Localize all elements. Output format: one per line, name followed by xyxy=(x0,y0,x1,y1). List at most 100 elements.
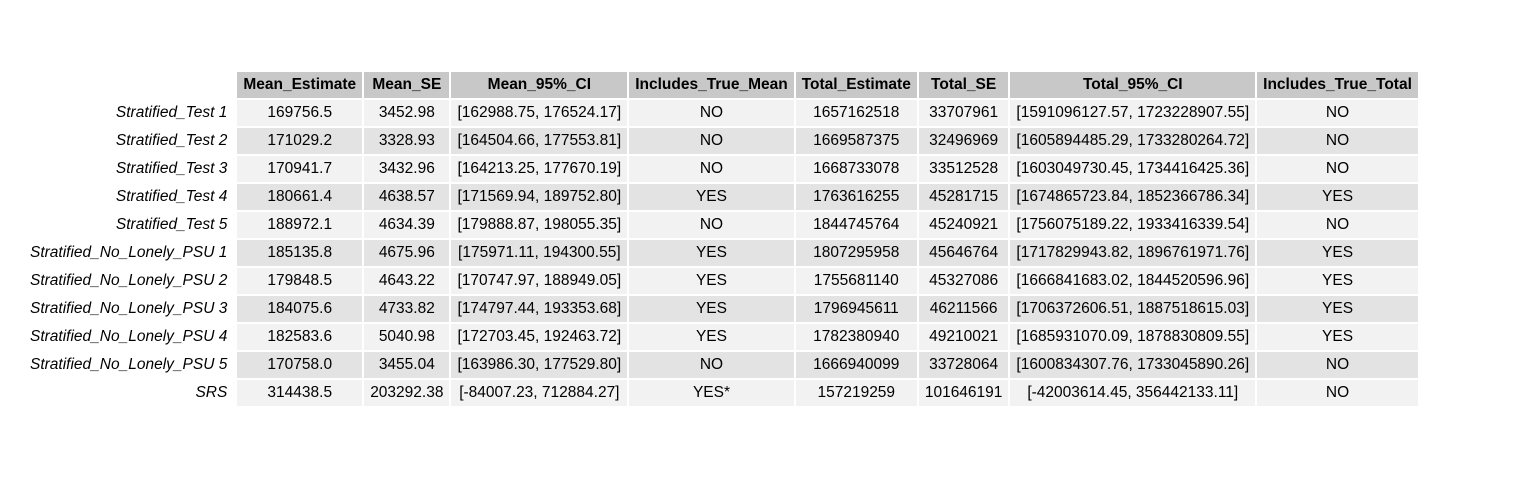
table-cell: YES xyxy=(629,268,794,294)
table-cell: YES xyxy=(1257,268,1418,294)
table-cell: 5040.98 xyxy=(364,324,450,350)
table-cell: 3328.93 xyxy=(364,128,450,154)
table-cell: NO xyxy=(629,156,794,182)
row-label: Stratified_No_Lonely_PSU 4 xyxy=(30,328,228,345)
table-cell: 203292.38 xyxy=(364,380,450,406)
table-cell: NO xyxy=(1257,380,1418,406)
table-row: Stratified_Test 3 170941.7 3432.96 [164213.… xyxy=(24,156,1418,182)
row-label: Stratified_Test 4 xyxy=(115,188,228,205)
table-row: Stratified_Test 1 169756.5 3452.98 [162988.… xyxy=(24,100,1418,126)
table-cell: [1674865723.84, 1852366786.34] xyxy=(1010,184,1256,210)
row-label: Stratified_No_Lonely_PSU 3 xyxy=(30,300,228,317)
table-cell: NO xyxy=(1257,352,1418,378)
table-cell: [179888.87, 198055.35] xyxy=(451,212,628,238)
table-cell: 1782380940 xyxy=(795,324,917,350)
table-row: Stratified_No_Lonely_PSU 2 179848.5 4643.2… xyxy=(24,268,1418,294)
table-cell: YES* xyxy=(629,380,794,406)
table-cell: [164504.66, 177553.81] xyxy=(451,128,628,154)
table-cell: NO xyxy=(629,100,794,126)
col-header: Mean_SE xyxy=(364,72,450,98)
col-header: Total_SE xyxy=(918,72,1009,98)
table-cell: YES xyxy=(629,296,794,322)
table-cell: 4638.57 xyxy=(364,184,450,210)
table-cell: YES xyxy=(629,324,794,350)
table-row: Stratified_Test 4 180661.4 4638.57 [171569.… xyxy=(24,184,1418,210)
table-cell: [1685931070.09, 1878830809.55] xyxy=(1010,324,1256,350)
table-cell: 1763616255 xyxy=(795,184,917,210)
table-cell: NO xyxy=(629,352,794,378)
table-cell: 179848.5 xyxy=(237,268,363,294)
table-cell: 4634.39 xyxy=(364,212,450,238)
col-header: Mean_Estimate xyxy=(237,72,363,98)
table-cell: 1657162518 xyxy=(795,100,917,126)
table-row: Stratified_No_Lonely_PSU 5 170758.0 3455.0… xyxy=(24,352,1418,378)
table-cell: [170747.97, 188949.05] xyxy=(451,268,628,294)
table-row: Stratified_Test 2 171029.2 3328.93 [164504.… xyxy=(24,128,1418,154)
table-cell: [174797.44, 193353.68] xyxy=(451,296,628,322)
row-label: Stratified_Test 5 xyxy=(115,216,228,233)
table-cell: [163986.30, 177529.80] xyxy=(451,352,628,378)
corner-cell xyxy=(24,72,235,98)
table-cell: 4675.96 xyxy=(364,240,450,266)
table-cell: [1603049730.45, 1734416425.36] xyxy=(1010,156,1256,182)
table-cell: 170758.0 xyxy=(237,352,363,378)
table-row: SRS 314438.5 203292.38 [-84007.23, 712884.2… xyxy=(24,380,1418,406)
table-cell: 101646191 xyxy=(918,380,1009,406)
col-header: Includes_True_Total xyxy=(1257,72,1418,98)
row-label: SRS xyxy=(195,384,228,401)
table-cell: 180661.4 xyxy=(237,184,363,210)
table-cell: 1796945611 xyxy=(795,296,917,322)
table-cell: 1807295958 xyxy=(795,240,917,266)
table-cell: 170941.7 xyxy=(237,156,363,182)
table-cell: 3432.96 xyxy=(364,156,450,182)
table-cell: 184075.6 xyxy=(237,296,363,322)
table-cell: 49210021 xyxy=(918,324,1009,350)
table-cell: 314438.5 xyxy=(237,380,363,406)
table-cell: 157219259 xyxy=(795,380,917,406)
table-cell: 46211566 xyxy=(918,296,1009,322)
col-header: Mean_95%_CI xyxy=(451,72,628,98)
table-cell: YES xyxy=(1257,324,1418,350)
table-cell: 1844745764 xyxy=(795,212,917,238)
row-label: Stratified_Test 1 xyxy=(115,104,228,121)
results-table-container: Mean_Estimate Mean_SE Mean_95%_CI Includ… xyxy=(22,70,1420,408)
table-cell: 4643.22 xyxy=(364,268,450,294)
table-cell: [1756075189.22, 1933416339.54] xyxy=(1010,212,1256,238)
table-cell: [1666841683.02, 1844520596.96] xyxy=(1010,268,1256,294)
table-cell: 182583.6 xyxy=(237,324,363,350)
col-header: Includes_True_Mean xyxy=(629,72,794,98)
table-cell: 45240921 xyxy=(918,212,1009,238)
table-cell: YES xyxy=(1257,296,1418,322)
table-cell: 171029.2 xyxy=(237,128,363,154)
col-header: Total_95%_CI xyxy=(1010,72,1256,98)
table-cell: [1706372606.51, 1887518615.03] xyxy=(1010,296,1256,322)
table-cell: 1669587375 xyxy=(795,128,917,154)
row-label: Stratified_Test 2 xyxy=(115,132,228,149)
table-cell: [175971.11, 194300.55] xyxy=(451,240,628,266)
table-cell: 4733.82 xyxy=(364,296,450,322)
row-label: Stratified_No_Lonely_PSU 5 xyxy=(30,356,228,373)
col-header: Total_Estimate xyxy=(795,72,917,98)
table-cell: NO xyxy=(1257,100,1418,126)
table-cell: [1600834307.76, 1733045890.26] xyxy=(1010,352,1256,378)
table-row: Stratified_No_Lonely_PSU 3 184075.6 4733.8… xyxy=(24,296,1418,322)
table-cell: [1605894485.29, 1733280264.72] xyxy=(1010,128,1256,154)
table-cell: NO xyxy=(629,212,794,238)
table-cell: YES xyxy=(629,184,794,210)
table-cell: [172703.45, 192463.72] xyxy=(451,324,628,350)
table-cell: NO xyxy=(1257,212,1418,238)
table-cell: 33512528 xyxy=(918,156,1009,182)
table-cell: YES xyxy=(1257,240,1418,266)
table-cell: [164213.25, 177670.19] xyxy=(451,156,628,182)
table-cell: 33707961 xyxy=(918,100,1009,126)
table-cell: 45327086 xyxy=(918,268,1009,294)
table-row: Stratified_Test 5 188972.1 4634.39 [179888.… xyxy=(24,212,1418,238)
table-cell: 3455.04 xyxy=(364,352,450,378)
table-cell: [-42003614.45, 356442133.11] xyxy=(1010,380,1256,406)
row-label: Stratified_No_Lonely_PSU 2 xyxy=(30,272,228,289)
table-cell: 1755681140 xyxy=(795,268,917,294)
table-cell: 45646764 xyxy=(918,240,1009,266)
table-cell: NO xyxy=(1257,128,1418,154)
table-cell: NO xyxy=(629,128,794,154)
table-cell: [1591096127.57, 1723228907.55] xyxy=(1010,100,1256,126)
